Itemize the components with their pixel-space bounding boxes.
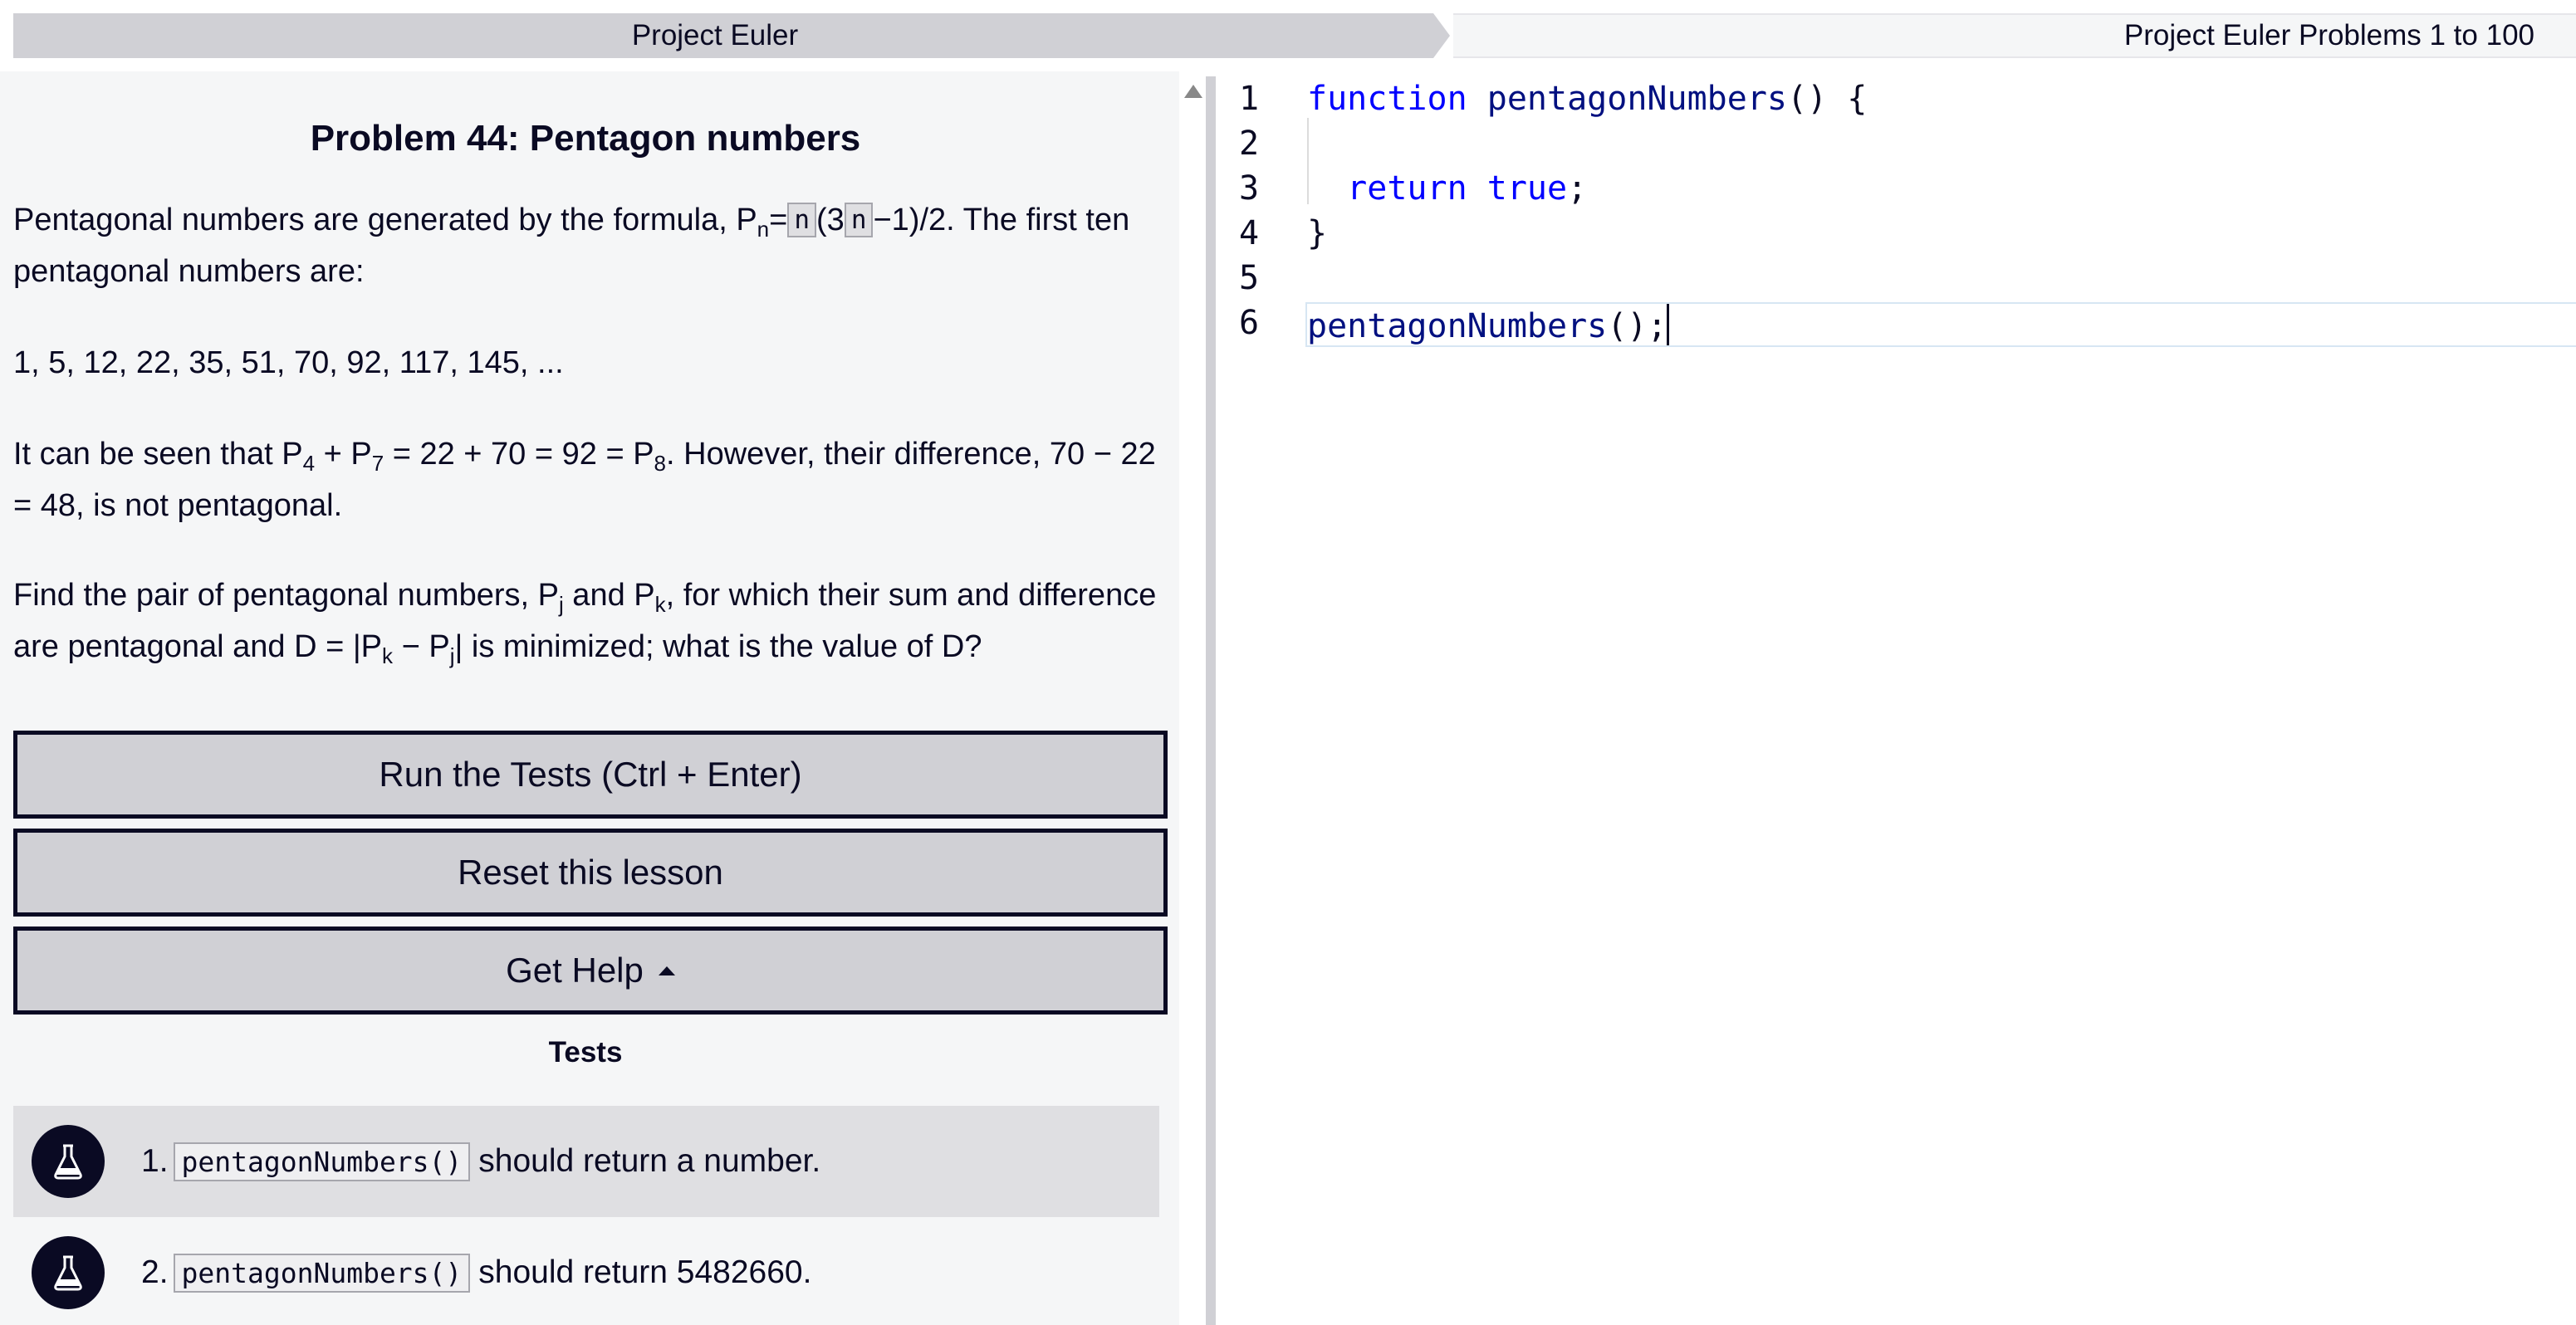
- code-line-3[interactable]: return true;: [1307, 169, 1587, 208]
- test-text: should return 5482660.: [478, 1254, 812, 1290]
- get-help-label: Get Help: [506, 951, 644, 990]
- description-paragraph-3: It can be seen that P4 + P7 = 22 + 70 = …: [13, 437, 1156, 523]
- reset-lesson-button[interactable]: Reset this lesson: [13, 829, 1168, 917]
- code-line-4[interactable]: }: [1307, 214, 1327, 252]
- test-code: pentagonNumbers(): [173, 1253, 471, 1293]
- test-item: 2. pentagonNumbers() should return 54826…: [13, 1217, 1159, 1325]
- test-code: pentagonNumbers(): [173, 1142, 471, 1181]
- test-number: 1.: [141, 1143, 169, 1179]
- description-paragraph-1: Pentagonal numbers are generated by the …: [13, 203, 1130, 289]
- flask-icon: [32, 1125, 105, 1198]
- line-number: 6: [1239, 304, 1260, 342]
- text-cursor: [1667, 304, 1670, 345]
- description-paragraph-2: 1, 5, 12, 22, 35, 51, 70, 92, 117, 145, …: [13, 345, 564, 380]
- instructions-pane: Problem 44: Pentagon numbers Pentagonal …: [0, 71, 1179, 1325]
- line-number: 5: [1239, 259, 1260, 297]
- breadcrumb-block-link[interactable]: Project Euler Problems 1 to 100: [1453, 13, 2576, 58]
- line-number: 1: [1239, 80, 1260, 118]
- flask-icon: [32, 1236, 105, 1309]
- description-paragraph-4: Find the pair of pentagonal numbers, Pj …: [13, 578, 1157, 668]
- test-text: should return a number.: [478, 1143, 821, 1179]
- caret-up-icon: [658, 966, 675, 975]
- var-n-chip: n: [787, 203, 817, 237]
- code-line-6[interactable]: pentagonNumbers();: [1307, 304, 1670, 345]
- breadcrumb-superblock-link[interactable]: Project Euler: [13, 13, 1450, 58]
- breadcrumb-bar: Project Euler Project Euler Problems 1 t…: [0, 0, 2576, 71]
- get-help-button[interactable]: Get Help: [13, 927, 1168, 1015]
- tests-heading: Tests: [548, 1036, 623, 1068]
- scroll-up-arrow-icon[interactable]: [1184, 85, 1202, 98]
- var-n-chip: n: [844, 203, 874, 237]
- line-number: 4: [1239, 214, 1260, 252]
- line-number: 3: [1239, 169, 1260, 208]
- test-item: 1. pentagonNumbers() should return a num…: [13, 1106, 1159, 1217]
- challenge-title: Problem 44: Pentagon numbers: [310, 118, 861, 159]
- line-number: 2: [1239, 125, 1260, 163]
- pane-splitter[interactable]: [1206, 76, 1216, 1325]
- code-line-1[interactable]: function pentagonNumbers() {: [1307, 80, 1867, 118]
- test-number: 2.: [141, 1254, 169, 1290]
- run-tests-button[interactable]: Run the Tests (Ctrl + Enter): [13, 731, 1168, 819]
- code-editor[interactable]: 1 2 3 4 5 6 function pentagonNumbers() {…: [1216, 71, 2576, 1325]
